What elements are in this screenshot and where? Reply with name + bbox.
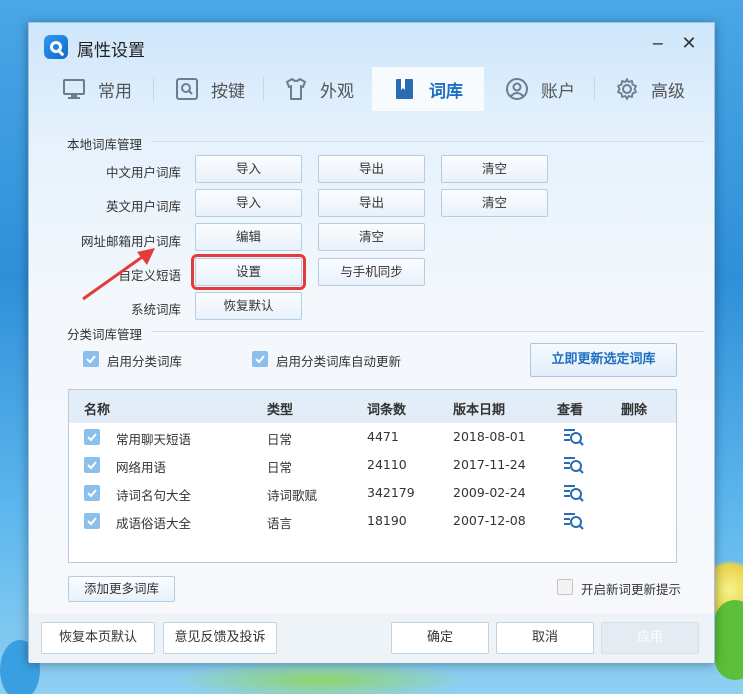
clear-english-button[interactable]: 清空 bbox=[441, 189, 548, 217]
import-chinese-button[interactable]: 导入 bbox=[195, 155, 302, 183]
row-name: 诗词名句大全 bbox=[116, 488, 192, 503]
row-label-english: 英文用户词库 bbox=[105, 199, 181, 214]
auto-update-label: 启用分类词库自动更新 bbox=[276, 354, 402, 369]
update-selected-button[interactable]: 立即更新选定词库 bbox=[530, 343, 677, 377]
column-date: 版本日期 bbox=[453, 403, 506, 418]
edit-url-email-button[interactable]: 编辑 bbox=[195, 223, 302, 251]
category-table: 名称 类型 词条数 版本日期 查看 删除 常用聊天短语 日常 4471 2018… bbox=[68, 389, 677, 563]
row-checkbox[interactable] bbox=[84, 485, 100, 501]
column-delete: 删除 bbox=[621, 403, 648, 418]
row-type: 诗词歌赋 bbox=[267, 488, 318, 503]
row-name: 成语俗语大全 bbox=[116, 516, 192, 531]
tab-keys[interactable]: 按键 bbox=[154, 67, 266, 111]
sync-phone-button[interactable]: 与手机同步 bbox=[318, 258, 425, 286]
column-count: 词条数 bbox=[367, 403, 407, 418]
new-word-notify-label: 开启新词更新提示 bbox=[581, 582, 682, 597]
export-chinese-button[interactable]: 导出 bbox=[318, 155, 425, 183]
tab-label: 常用 bbox=[98, 81, 132, 102]
section-divider bbox=[151, 141, 705, 142]
clear-url-email-button[interactable]: 清空 bbox=[318, 223, 425, 251]
row-type: 语言 bbox=[267, 516, 293, 531]
table-row[interactable]: 诗词名句大全 诗词歌赋 342179 2009-02-24 bbox=[69, 479, 676, 507]
minimize-button[interactable]: − bbox=[647, 33, 669, 55]
enable-category-checkbox[interactable] bbox=[83, 351, 99, 367]
row-type: 日常 bbox=[267, 460, 293, 475]
row-count: 342179 bbox=[367, 485, 415, 500]
key-icon bbox=[175, 77, 199, 101]
tab-appearance[interactable]: 外观 bbox=[263, 67, 375, 111]
tab-dictionary[interactable]: 词库 bbox=[372, 67, 484, 111]
book-icon bbox=[393, 77, 417, 101]
table-row[interactable]: 网络用语 日常 24110 2017-11-24 bbox=[69, 451, 676, 479]
restore-default-button[interactable]: 恢复默认 bbox=[195, 292, 302, 320]
tab-label: 账户 bbox=[541, 81, 575, 102]
tab-advanced[interactable]: 高级 bbox=[594, 67, 706, 111]
row-date: 2009-02-24 bbox=[453, 485, 526, 500]
table-header: 名称 类型 词条数 版本日期 查看 删除 bbox=[69, 390, 676, 423]
app-logo-icon bbox=[44, 35, 68, 59]
column-name: 名称 bbox=[84, 403, 111, 418]
category-section-title: 分类词库管理 bbox=[67, 327, 143, 342]
shirt-icon bbox=[284, 77, 308, 101]
monitor-icon bbox=[62, 77, 86, 101]
import-english-button[interactable]: 导入 bbox=[195, 189, 302, 217]
row-date: 2007-12-08 bbox=[453, 513, 526, 528]
row-checkbox[interactable] bbox=[84, 457, 100, 473]
ok-button[interactable]: 确定 bbox=[391, 622, 489, 654]
cancel-button[interactable]: 取消 bbox=[496, 622, 594, 654]
window-title: 属性设置 bbox=[77, 41, 145, 61]
clear-chinese-button[interactable]: 清空 bbox=[441, 155, 548, 183]
tab-account[interactable]: 账户 bbox=[484, 67, 596, 111]
table-row[interactable]: 成语俗语大全 语言 18190 2007-12-08 bbox=[69, 507, 676, 535]
view-list-icon[interactable] bbox=[563, 427, 585, 447]
red-arrow-annotation bbox=[82, 248, 155, 301]
row-count: 24110 bbox=[367, 457, 407, 472]
export-english-button[interactable]: 导出 bbox=[318, 189, 425, 217]
custom-phrase-settings-button[interactable]: 设置 bbox=[191, 254, 306, 290]
row-name: 网络用语 bbox=[116, 460, 167, 475]
tab-bar: 常用 按键 外观 词库 账户 高级 bbox=[29, 67, 714, 111]
restore-page-default-button[interactable]: 恢复本页默认 bbox=[41, 622, 155, 654]
enable-category-label: 启用分类词库 bbox=[107, 354, 183, 369]
apply-button[interactable]: 应用 bbox=[601, 622, 699, 654]
tab-label: 外观 bbox=[320, 81, 354, 102]
local-section-title: 本地词库管理 bbox=[67, 137, 143, 152]
row-count: 4471 bbox=[367, 429, 399, 444]
tab-label: 高级 bbox=[651, 81, 685, 102]
desktop-leaf bbox=[715, 600, 743, 680]
view-list-icon[interactable] bbox=[563, 455, 585, 475]
desktop-grass bbox=[170, 660, 470, 694]
row-date: 2018-08-01 bbox=[453, 429, 526, 444]
row-count: 18190 bbox=[367, 513, 407, 528]
row-checkbox[interactable] bbox=[84, 429, 100, 445]
tab-label: 按键 bbox=[211, 81, 245, 102]
view-list-icon[interactable] bbox=[563, 483, 585, 503]
column-type: 类型 bbox=[267, 403, 294, 418]
column-view: 查看 bbox=[557, 403, 584, 418]
feedback-button[interactable]: 意见反馈及投诉 bbox=[163, 622, 277, 654]
row-name: 常用聊天短语 bbox=[116, 432, 192, 447]
section-divider bbox=[151, 331, 705, 332]
row-checkbox[interactable] bbox=[84, 513, 100, 529]
row-type: 日常 bbox=[267, 432, 293, 447]
gear-icon bbox=[615, 77, 639, 101]
auto-update-checkbox[interactable] bbox=[252, 351, 268, 367]
add-more-dictionaries-button[interactable]: 添加更多词库 bbox=[68, 576, 175, 602]
settings-window: 属性设置 − ✕ 常用 按键 外观 词库 账户 高级 本地词库管理 中文用户词库… bbox=[28, 22, 715, 663]
row-date: 2017-11-24 bbox=[453, 457, 526, 472]
row-label-chinese: 中文用户词库 bbox=[105, 165, 181, 180]
tab-common[interactable]: 常用 bbox=[41, 67, 153, 111]
view-list-icon[interactable] bbox=[563, 511, 585, 531]
new-word-notify-checkbox[interactable] bbox=[557, 579, 573, 595]
tab-label: 词库 bbox=[429, 81, 463, 102]
title-bar[interactable]: 属性设置 − ✕ bbox=[29, 23, 714, 67]
user-icon bbox=[505, 77, 529, 101]
table-row[interactable]: 常用聊天短语 日常 4471 2018-08-01 bbox=[69, 423, 676, 451]
close-button[interactable]: ✕ bbox=[678, 33, 700, 55]
